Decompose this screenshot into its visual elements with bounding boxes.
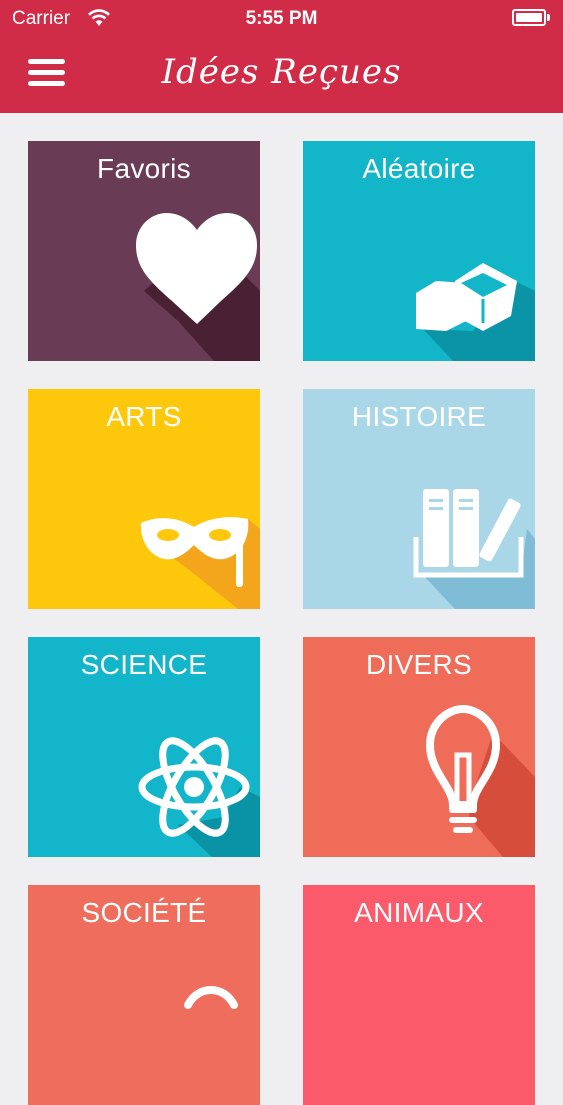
tile-label: HISTOIRE <box>351 401 487 432</box>
tile-histoire[interactable]: HISTOIRE <box>303 389 535 609</box>
tile-label: ARTS <box>106 401 182 432</box>
tile-divers[interactable]: DIVERS <box>303 637 535 857</box>
tile-aleatoire[interactable]: Aléatoire <box>303 141 535 361</box>
tile-label: DIVERS <box>365 649 473 680</box>
tile-label: Favoris <box>97 153 191 184</box>
tile-arts[interactable]: ARTS <box>28 389 260 609</box>
tile-label: ANIMAUX <box>354 897 484 928</box>
clock: 5:55 PM <box>245 8 318 29</box>
status-bar: Carrier 5:55 PM <box>0 0 563 36</box>
tile-label: SOCIÉTÉ <box>81 897 207 928</box>
tile-favoris[interactable]: Favoris <box>28 141 260 361</box>
tile-animaux[interactable]: ANIMAUX <box>303 885 535 1105</box>
tile-societe[interactable]: SOCIÉTÉ <box>28 885 260 1105</box>
tile-label: Aléatoire <box>362 153 476 184</box>
app-header: Carrier 5:55 PM Idées Reçues <box>0 0 563 113</box>
page-title: Idées Reçues <box>161 52 402 92</box>
tile-science[interactable]: SCIENCE <box>28 637 260 857</box>
battery-icon <box>512 9 546 26</box>
tile-label: SCIENCE <box>80 649 208 680</box>
battery-tip <box>547 14 550 21</box>
